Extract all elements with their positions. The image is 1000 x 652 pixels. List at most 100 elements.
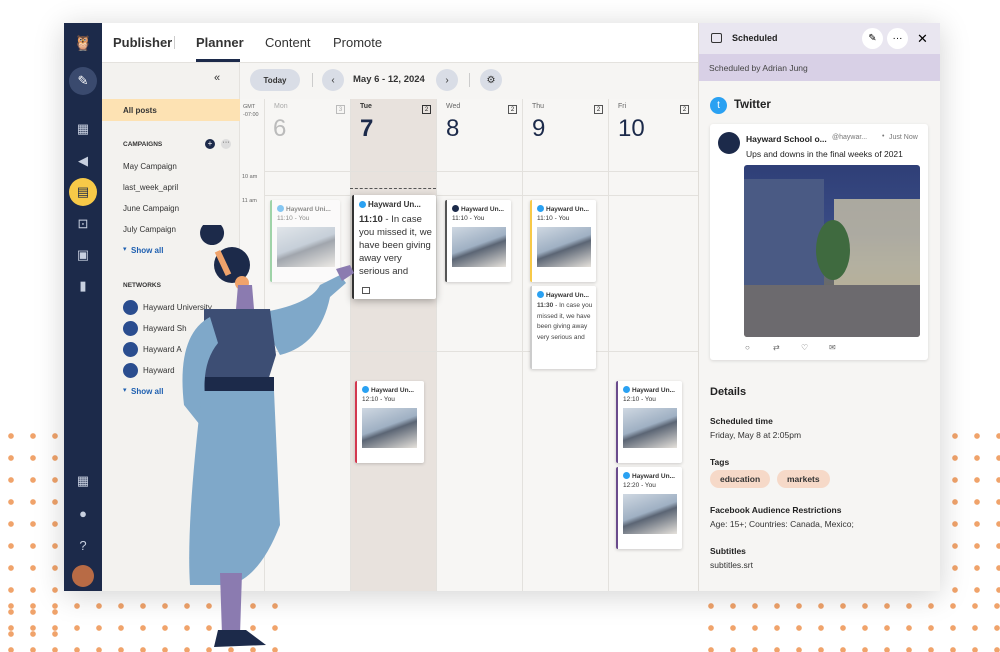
inbox-icon[interactable]: ⊡ (73, 214, 93, 234)
grid-line (264, 171, 698, 172)
tree-shape (816, 220, 850, 280)
campaigns-title: CAMPAIGNS (123, 141, 163, 148)
publisher-icon[interactable]: ▤ (69, 178, 97, 206)
campaign-item[interactable]: June Campaign (123, 204, 179, 213)
hair-bun (200, 225, 225, 245)
grid-line (264, 195, 698, 196)
tweet-dot: • (882, 133, 885, 140)
divider (174, 36, 175, 49)
post-time: 12:20 - You (623, 482, 656, 489)
twitter-icon (623, 472, 630, 479)
building-shape (744, 179, 824, 299)
post-time: 11:10 - You (452, 215, 485, 222)
next-week-button[interactable]: › (436, 69, 458, 91)
decorative-dots-right (944, 425, 1000, 600)
post-card[interactable]: Hayward Un... 11:30 - In case you missed… (530, 286, 596, 369)
close-button[interactable]: ✕ (912, 28, 933, 49)
time-label: 11 am (242, 198, 257, 204)
calendar-icon (711, 33, 722, 43)
day-name: Thu (532, 103, 545, 110)
post-card[interactable]: Hayward Un... 12:20 - You (616, 467, 682, 549)
tag-chip[interactable]: education (710, 470, 771, 488)
reply-icon[interactable]: ○ (745, 343, 750, 352)
share-icon[interactable]: ✉ (829, 343, 836, 352)
date-range: May 6 - 12, 2024 (353, 74, 425, 85)
chevron-down-icon: ▾ (123, 387, 127, 394)
show-all-campaigns[interactable]: Show all (131, 246, 163, 255)
app-title: Publisher (113, 35, 173, 50)
calendar-settings-button[interactable]: ⚙ (480, 69, 502, 91)
top-bar: Publisher Planner Content Promote (102, 23, 698, 63)
scheduled-by-bar: Scheduled by Adrian Jung (699, 54, 940, 81)
tab-content[interactable]: Content (265, 35, 311, 50)
apps-icon[interactable]: ▦ (73, 471, 93, 491)
nav-rail: 🦉 ✎ ▦ ◀ ▤ ⊡ ▣ ▮ ▦ ● ? (64, 23, 102, 591)
tweet-handle: @haywar... (832, 134, 868, 141)
twitter-icon (359, 201, 366, 208)
network-name: Twitter (734, 99, 771, 111)
active-tab-underline (196, 59, 240, 62)
grid-line (522, 99, 523, 591)
day-badge: 3 (336, 105, 345, 114)
analytics-icon[interactable]: ▮ (73, 276, 93, 296)
today-button[interactable]: Today (250, 69, 300, 91)
campaign-item[interactable]: last_week_april (123, 183, 178, 192)
networks-title: NETWORKS (123, 282, 161, 289)
campaign-item[interactable]: July Campaign (123, 225, 176, 234)
torso (204, 309, 276, 387)
show-all-networks[interactable]: Show all (131, 387, 163, 396)
retweet-icon[interactable]: ⇄ (773, 343, 780, 352)
tag-chip[interactable]: markets (777, 470, 830, 488)
post-card[interactable]: Hayward Un... 12:10 - You (616, 381, 682, 463)
like-icon[interactable]: ♡ (801, 343, 808, 352)
help-icon[interactable]: ? (73, 535, 93, 555)
owl-logo-icon[interactable]: 🦉 (73, 33, 93, 53)
post-status-bar (530, 286, 532, 369)
all-posts-label: All posts (123, 106, 157, 115)
network-avatar (123, 363, 138, 378)
tweet-image (744, 165, 920, 337)
tab-planner[interactable]: Planner (196, 35, 244, 50)
post-detail-panel: Scheduled ✎ ··· ✕ Scheduled by Adrian Ju… (698, 23, 940, 591)
day-number: 8 (446, 115, 460, 142)
decorative-dots-bottom (700, 595, 1000, 652)
panel-title: Scheduled (732, 33, 778, 43)
post-time: 11:10 - You (277, 215, 310, 222)
post-title: Hayward Un... (623, 386, 675, 394)
network-avatar (123, 300, 138, 315)
grid-line (436, 99, 437, 591)
post-image (362, 408, 417, 448)
campaign-item[interactable]: May Campaign (123, 162, 177, 171)
post-title: Hayward Un... (359, 200, 421, 209)
skirt (189, 391, 280, 585)
tab-promote[interactable]: Promote (333, 35, 382, 50)
twitter-icon (277, 205, 284, 212)
campaign-more-icon[interactable]: ··· (221, 139, 231, 149)
post-card[interactable]: Hayward Un... 11:10 - You (530, 200, 596, 282)
neck (236, 285, 254, 309)
twitter-icon (623, 386, 630, 393)
post-excerpt: 11:30 - In case you missed it, we have b… (537, 302, 593, 341)
collapse-icon[interactable]: « (214, 72, 220, 84)
network-avatar (123, 342, 138, 357)
tweet-time: Just Now (889, 134, 918, 141)
prev-week-button[interactable]: ‹ (322, 69, 344, 91)
edit-button[interactable]: ✎ (862, 28, 883, 49)
post-image (452, 227, 506, 267)
network-avatar (123, 321, 138, 336)
panel-header: Scheduled ✎ ··· ✕ (699, 23, 940, 54)
post-card[interactable]: Hayward Un... 11:10 - You (445, 200, 511, 282)
add-campaign-icon[interactable]: + (205, 139, 215, 149)
more-button[interactable]: ··· (887, 28, 908, 49)
dashboard-icon[interactable]: ▦ (73, 119, 93, 139)
assignments-icon[interactable]: ▣ (73, 245, 93, 265)
streams-icon[interactable]: ◀ (73, 151, 93, 171)
post-time: 12:10 - You (623, 396, 656, 403)
post-status-bar (616, 381, 618, 463)
notifications-icon[interactable]: ● (73, 503, 93, 523)
compose-icon[interactable]: ✎ (69, 67, 97, 95)
avatar[interactable] (72, 565, 94, 587)
tweet-preview: Hayward School o... @haywar... • Just No… (710, 124, 928, 360)
post-title: Hayward Un... (537, 205, 589, 213)
all-posts-item[interactable]: All posts (102, 99, 240, 121)
